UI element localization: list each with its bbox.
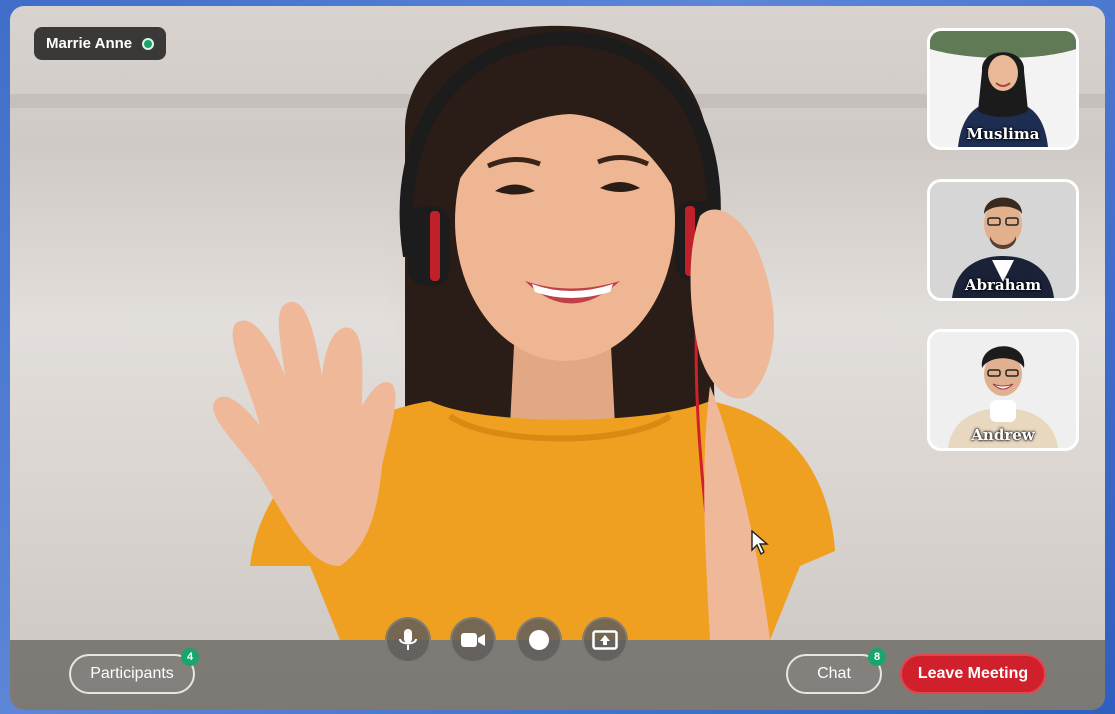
- mouse-cursor-icon: [751, 530, 769, 556]
- record-icon: [529, 630, 549, 650]
- chat-label: Chat: [817, 665, 851, 682]
- microphone-icon: [399, 629, 417, 650]
- participant-name: Muslima: [966, 125, 1040, 143]
- participant-name: Abraham: [964, 276, 1042, 294]
- share-screen-icon: [592, 630, 618, 650]
- leave-meeting-label: Leave Meeting: [917, 665, 1029, 682]
- share-screen-button[interactable]: [582, 617, 628, 663]
- video-camera-icon: [461, 633, 485, 647]
- leave-meeting-button[interactable]: Leave Meeting: [900, 654, 1046, 694]
- online-status-icon: [142, 37, 155, 50]
- participant-name: Andrew: [971, 426, 1035, 444]
- participant-thumb-andrew[interactable]: Andrew: [927, 329, 1079, 451]
- speaker-name: Marrie Anne: [46, 35, 133, 52]
- video-call-frame: Marrie Anne Muslima Abraham Andrew Parti…: [10, 6, 1105, 710]
- microphone-button[interactable]: [385, 617, 431, 663]
- participants-count-badge: 4: [181, 648, 199, 666]
- speaker-name-tag: Marrie Anne: [34, 27, 167, 60]
- camera-button[interactable]: [450, 617, 496, 663]
- participants-button[interactable]: Participants 4: [69, 648, 199, 694]
- participants-label: Participants: [90, 665, 174, 682]
- chat-button[interactable]: Chat 8: [786, 648, 886, 694]
- chat-count-badge: 8: [868, 648, 886, 666]
- record-button[interactable]: [516, 617, 562, 663]
- participant-thumb-muslima[interactable]: Muslima: [927, 28, 1079, 150]
- participant-thumb-abraham[interactable]: Abraham: [927, 179, 1079, 301]
